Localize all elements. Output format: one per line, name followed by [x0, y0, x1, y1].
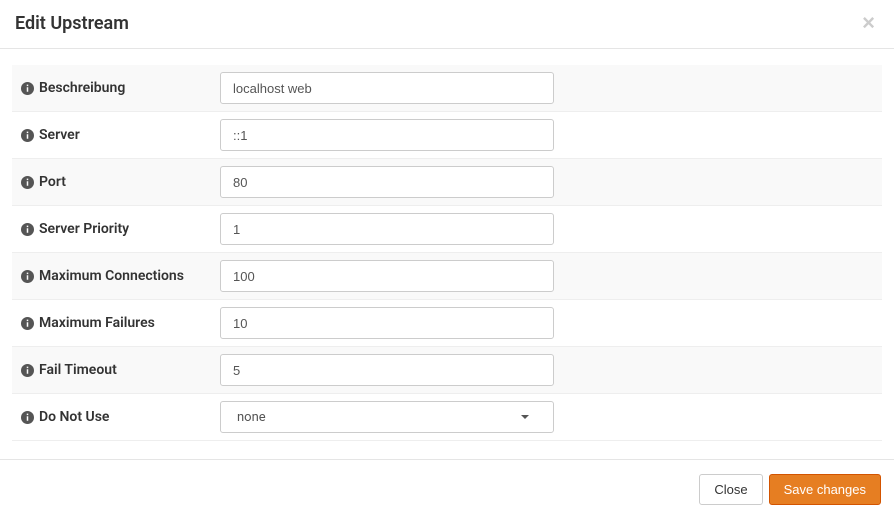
label-port: Port: [18, 174, 220, 190]
close-icon[interactable]: ×: [858, 12, 879, 34]
label-text: Do Not Use: [39, 409, 109, 425]
row-do-not-use: Do Not Use none: [12, 394, 882, 441]
label-server: Server: [18, 127, 220, 143]
info-icon: [20, 269, 34, 283]
row-beschreibung: Beschreibung: [12, 65, 882, 112]
input-wrap: [220, 119, 554, 151]
max-connections-input[interactable]: [220, 260, 554, 292]
row-fail-timeout: Fail Timeout: [12, 347, 882, 394]
select-wrap: none: [220, 401, 554, 433]
info-icon: [20, 363, 34, 377]
close-button[interactable]: Close: [699, 474, 762, 505]
input-wrap: [220, 72, 554, 104]
port-input[interactable]: [220, 166, 554, 198]
server-priority-input[interactable]: [220, 213, 554, 245]
input-wrap: [220, 307, 554, 339]
info-icon: [20, 222, 34, 236]
info-icon: [20, 81, 34, 95]
row-port: Port: [12, 159, 882, 206]
info-icon: [20, 316, 34, 330]
input-wrap: [220, 166, 554, 198]
do-not-use-select[interactable]: none: [220, 401, 554, 433]
fail-timeout-input[interactable]: [220, 354, 554, 386]
modal-footer: Close Save changes: [0, 459, 894, 519]
select-value: none: [237, 410, 266, 425]
row-max-failures: Maximum Failures: [12, 300, 882, 347]
info-icon: [20, 128, 34, 142]
modal-title: Edit Upstream: [15, 13, 129, 34]
label-fail-timeout: Fail Timeout: [18, 362, 220, 378]
info-icon: [20, 410, 34, 424]
beschreibung-input[interactable]: [220, 72, 554, 104]
row-server-priority: Server Priority: [12, 206, 882, 253]
caret-down-icon: [521, 415, 529, 419]
form-body: Beschreibung Server Port: [0, 49, 894, 441]
label-server-priority: Server Priority: [18, 221, 220, 237]
label-text: Beschreibung: [39, 80, 125, 96]
row-server: Server: [12, 112, 882, 159]
max-failures-input[interactable]: [220, 307, 554, 339]
row-max-connections: Maximum Connections: [12, 253, 882, 300]
label-text: Fail Timeout: [39, 362, 117, 378]
label-beschreibung: Beschreibung: [18, 80, 220, 96]
modal-header: Edit Upstream ×: [0, 0, 894, 49]
label-text: Port: [39, 174, 66, 190]
label-do-not-use: Do Not Use: [18, 409, 220, 425]
label-text: Maximum Connections: [39, 268, 184, 284]
label-text: Server: [39, 127, 80, 143]
input-wrap: [220, 354, 554, 386]
server-input[interactable]: [220, 119, 554, 151]
input-wrap: [220, 213, 554, 245]
label-text: Maximum Failures: [39, 315, 155, 331]
save-button[interactable]: Save changes: [769, 474, 881, 505]
input-wrap: [220, 260, 554, 292]
label-max-failures: Maximum Failures: [18, 315, 220, 331]
info-icon: [20, 175, 34, 189]
label-text: Server Priority: [39, 221, 129, 237]
label-max-connections: Maximum Connections: [18, 268, 220, 284]
